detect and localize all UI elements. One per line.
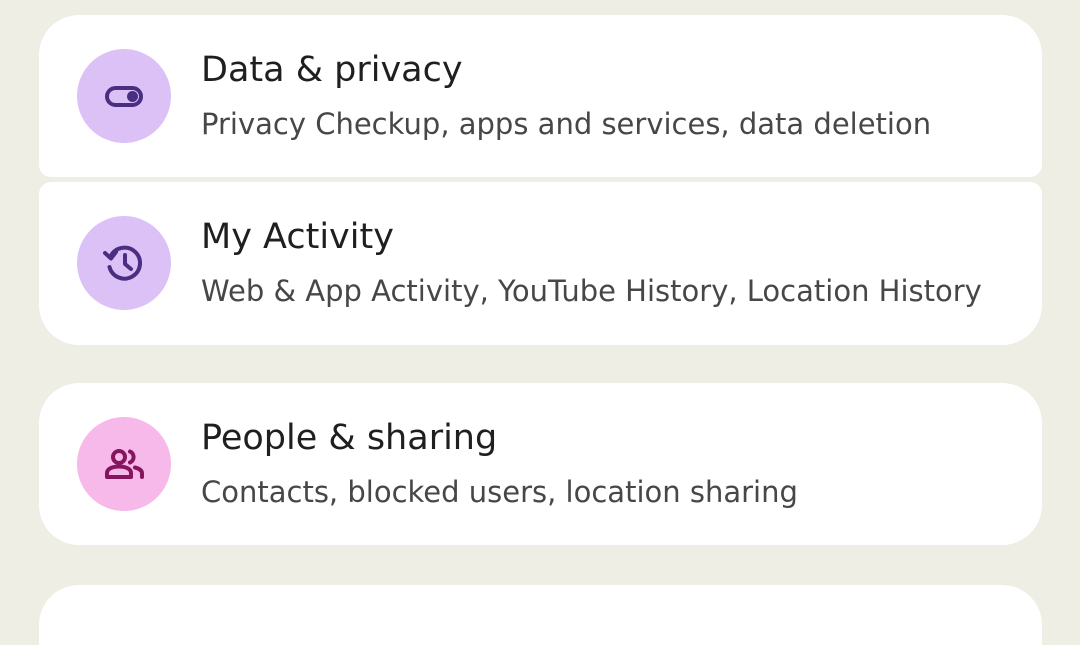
people-icon (105, 449, 144, 479)
settings-item-title: People & sharing (201, 418, 498, 458)
toggle-icon (105, 86, 143, 107)
settings-item-partial[interactable] (39, 585, 1042, 645)
settings-item-title: My Activity (201, 217, 394, 257)
data-privacy-icon-circle (77, 49, 171, 143)
settings-item-subtitle: Privacy Checkup, apps and services, data… (201, 107, 932, 141)
settings-item-data-privacy[interactable]: Data & privacy Privacy Checkup, apps and… (39, 15, 1042, 177)
settings-item-subtitle: Web & App Activity, YouTube History, Loc… (201, 274, 982, 308)
people-sharing-icon-circle (77, 417, 171, 511)
settings-item-title: Data & privacy (201, 50, 463, 90)
my-activity-icon-circle (77, 216, 171, 310)
settings-item-people-sharing[interactable]: People & sharing Contacts, blocked users… (39, 383, 1042, 545)
history-icon (103, 245, 143, 281)
settings-item-my-activity[interactable]: My Activity Web & App Activity, YouTube … (39, 182, 1042, 345)
settings-item-subtitle: Contacts, blocked users, location sharin… (201, 475, 798, 509)
